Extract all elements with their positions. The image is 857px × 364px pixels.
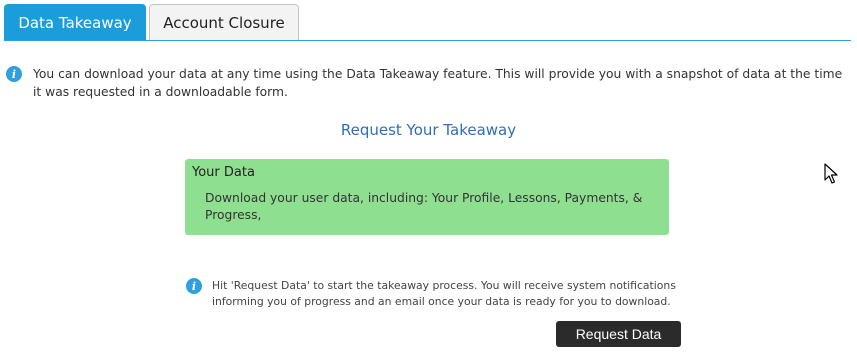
takeaway-note: Hit 'Request Data' to start the takeaway…: [212, 279, 676, 308]
tab-underline: [4, 40, 851, 41]
info-icon: i: [6, 66, 22, 82]
tab-account-closure[interactable]: Account Closure: [149, 4, 299, 41]
page-heading: Request Your Takeaway: [340, 121, 517, 139]
request-data-button[interactable]: Request Data: [556, 321, 681, 347]
tab-data-takeaway[interactable]: Data Takeaway: [4, 4, 146, 41]
card-description: Download your user data, including: Your…: [205, 191, 643, 222]
your-data-card: Your Data Download your user data, inclu…: [185, 159, 669, 235]
mouse-cursor-icon: [824, 163, 838, 184]
tab-bar: Data Takeaway Account Closure: [0, 0, 857, 42]
card-title: Your Data: [192, 165, 255, 180]
info-icon: i: [186, 278, 202, 294]
intro-text: You can download your data at any time u…: [33, 67, 843, 99]
